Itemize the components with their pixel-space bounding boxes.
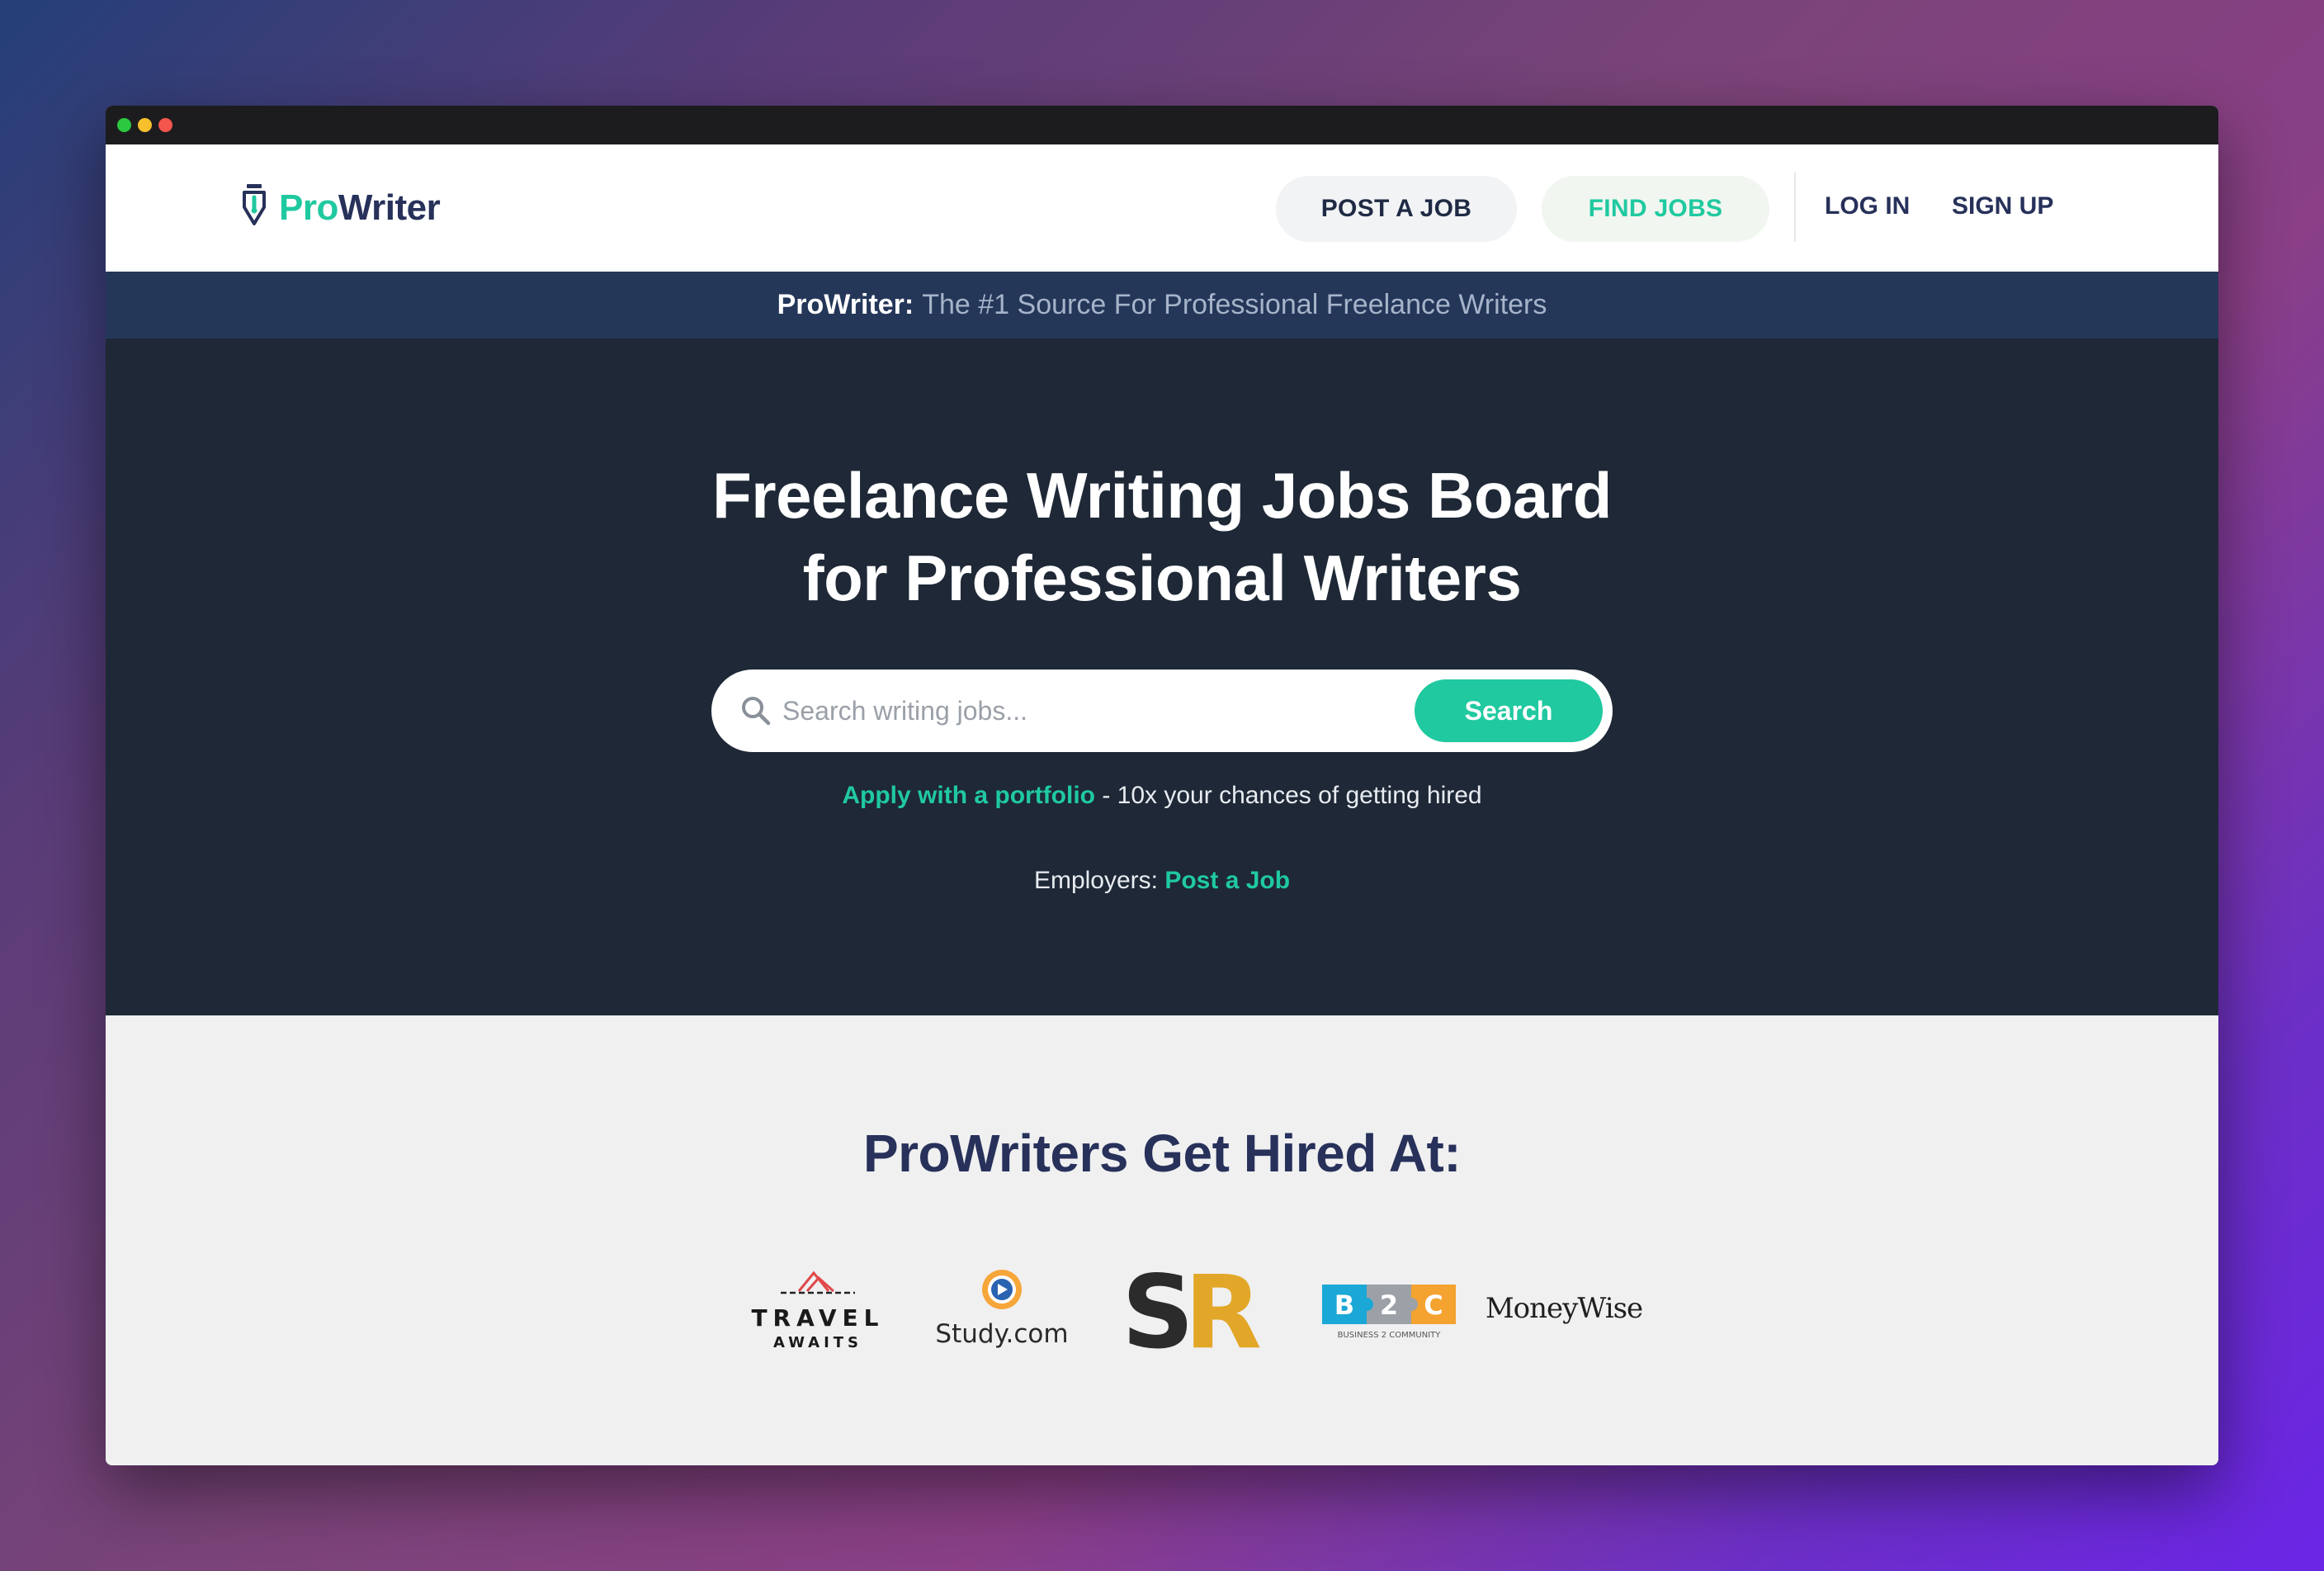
find-jobs-button[interactable]: FIND JOBS — [1542, 176, 1769, 242]
company-logos: TRAVEL AWAITS Study.com SR B 2 C BUSINES… — [106, 1254, 2218, 1371]
moneywise-text: MoneyWise — [1486, 1292, 1642, 1325]
sr-logo: SR — [1096, 1254, 1278, 1371]
logo-writer-text: Writer — [338, 187, 441, 228]
logo-pro-text: Pro — [279, 187, 338, 228]
b2c-letter-2: 2 — [1380, 1289, 1398, 1321]
employers-post-job-link[interactable]: Post a Job — [1164, 867, 1290, 894]
employers-label: Employers: — [1033, 867, 1158, 894]
employers-promo: Employers: Post a Job — [106, 867, 2218, 895]
search-input[interactable] — [782, 686, 1410, 736]
apply-with-portfolio-link[interactable]: Apply with a portfolio — [842, 782, 1095, 809]
awaits-text: AWAITS — [773, 1334, 862, 1351]
tagline-text: The #1 Source For Professional Freelance… — [922, 289, 1547, 320]
hired-at-title: ProWriters Get Hired At: — [862, 1124, 1462, 1183]
hero-section: Freelance Writing Jobs Board for Profess… — [106, 338, 2218, 1015]
nav-divider — [1794, 173, 1796, 242]
hero-title: Freelance Writing Jobs Board for Profess… — [106, 454, 2218, 619]
b2c-letter-c: C — [1424, 1289, 1443, 1321]
search-button[interactable]: Search — [1415, 679, 1603, 742]
hired-at-section: ProWriters Get Hired At: TRAVEL AWAITS S… — [106, 1015, 2218, 1465]
travel-text: TRAVEL — [751, 1304, 884, 1332]
tagline-banner: ProWriter: The #1 Source For Professiona… — [106, 272, 2218, 338]
tagline-brand: ProWriter: — [777, 289, 914, 320]
log-in-link[interactable]: LOG IN — [1825, 192, 1910, 220]
hero-title-line1: Freelance Writing Jobs Board — [712, 459, 1612, 532]
post-a-job-button[interactable]: POST A JOB — [1276, 176, 1517, 242]
pen-nib-icon — [239, 182, 269, 233]
travel-awaits-logo: TRAVEL AWAITS — [748, 1255, 888, 1366]
study-com-logo: Study.com — [923, 1255, 1079, 1366]
window-titlebar — [106, 106, 2218, 144]
b2c-logo: B 2 C BUSINESS 2 COMMUNITY — [1312, 1255, 1466, 1366]
portfolio-promo: Apply with a portfolio - 10x your chance… — [106, 782, 2218, 810]
logo-wordmark: ProWriter — [279, 187, 441, 229]
job-search-bar: Search — [711, 670, 1613, 752]
window-green-button[interactable] — [117, 118, 131, 132]
sr-text: SR — [1122, 1255, 1260, 1362]
sign-up-link[interactable]: SIGN UP — [1952, 192, 2053, 220]
site-header: ProWriter POST A JOB FIND JOBS LOG IN SI… — [106, 144, 2218, 272]
hero-title-line2: for Professional Writers — [802, 542, 1522, 614]
browser-window: ProWriter POST A JOB FIND JOBS LOG IN SI… — [106, 106, 2218, 1465]
moneywise-logo: MoneyWise — [1486, 1255, 1643, 1366]
window-yellow-button[interactable] — [138, 118, 152, 132]
b2c-subtitle: BUSINESS 2 COMMUNITY — [1338, 1331, 1442, 1340]
b2c-letter-b: B — [1334, 1289, 1354, 1321]
search-icon — [739, 694, 772, 731]
portfolio-promo-text: - 10x your chances of getting hired — [1102, 782, 1482, 809]
site-logo[interactable]: ProWriter — [239, 182, 441, 233]
window-red-button[interactable] — [158, 118, 172, 132]
study-com-text: Study.com — [935, 1319, 1068, 1349]
